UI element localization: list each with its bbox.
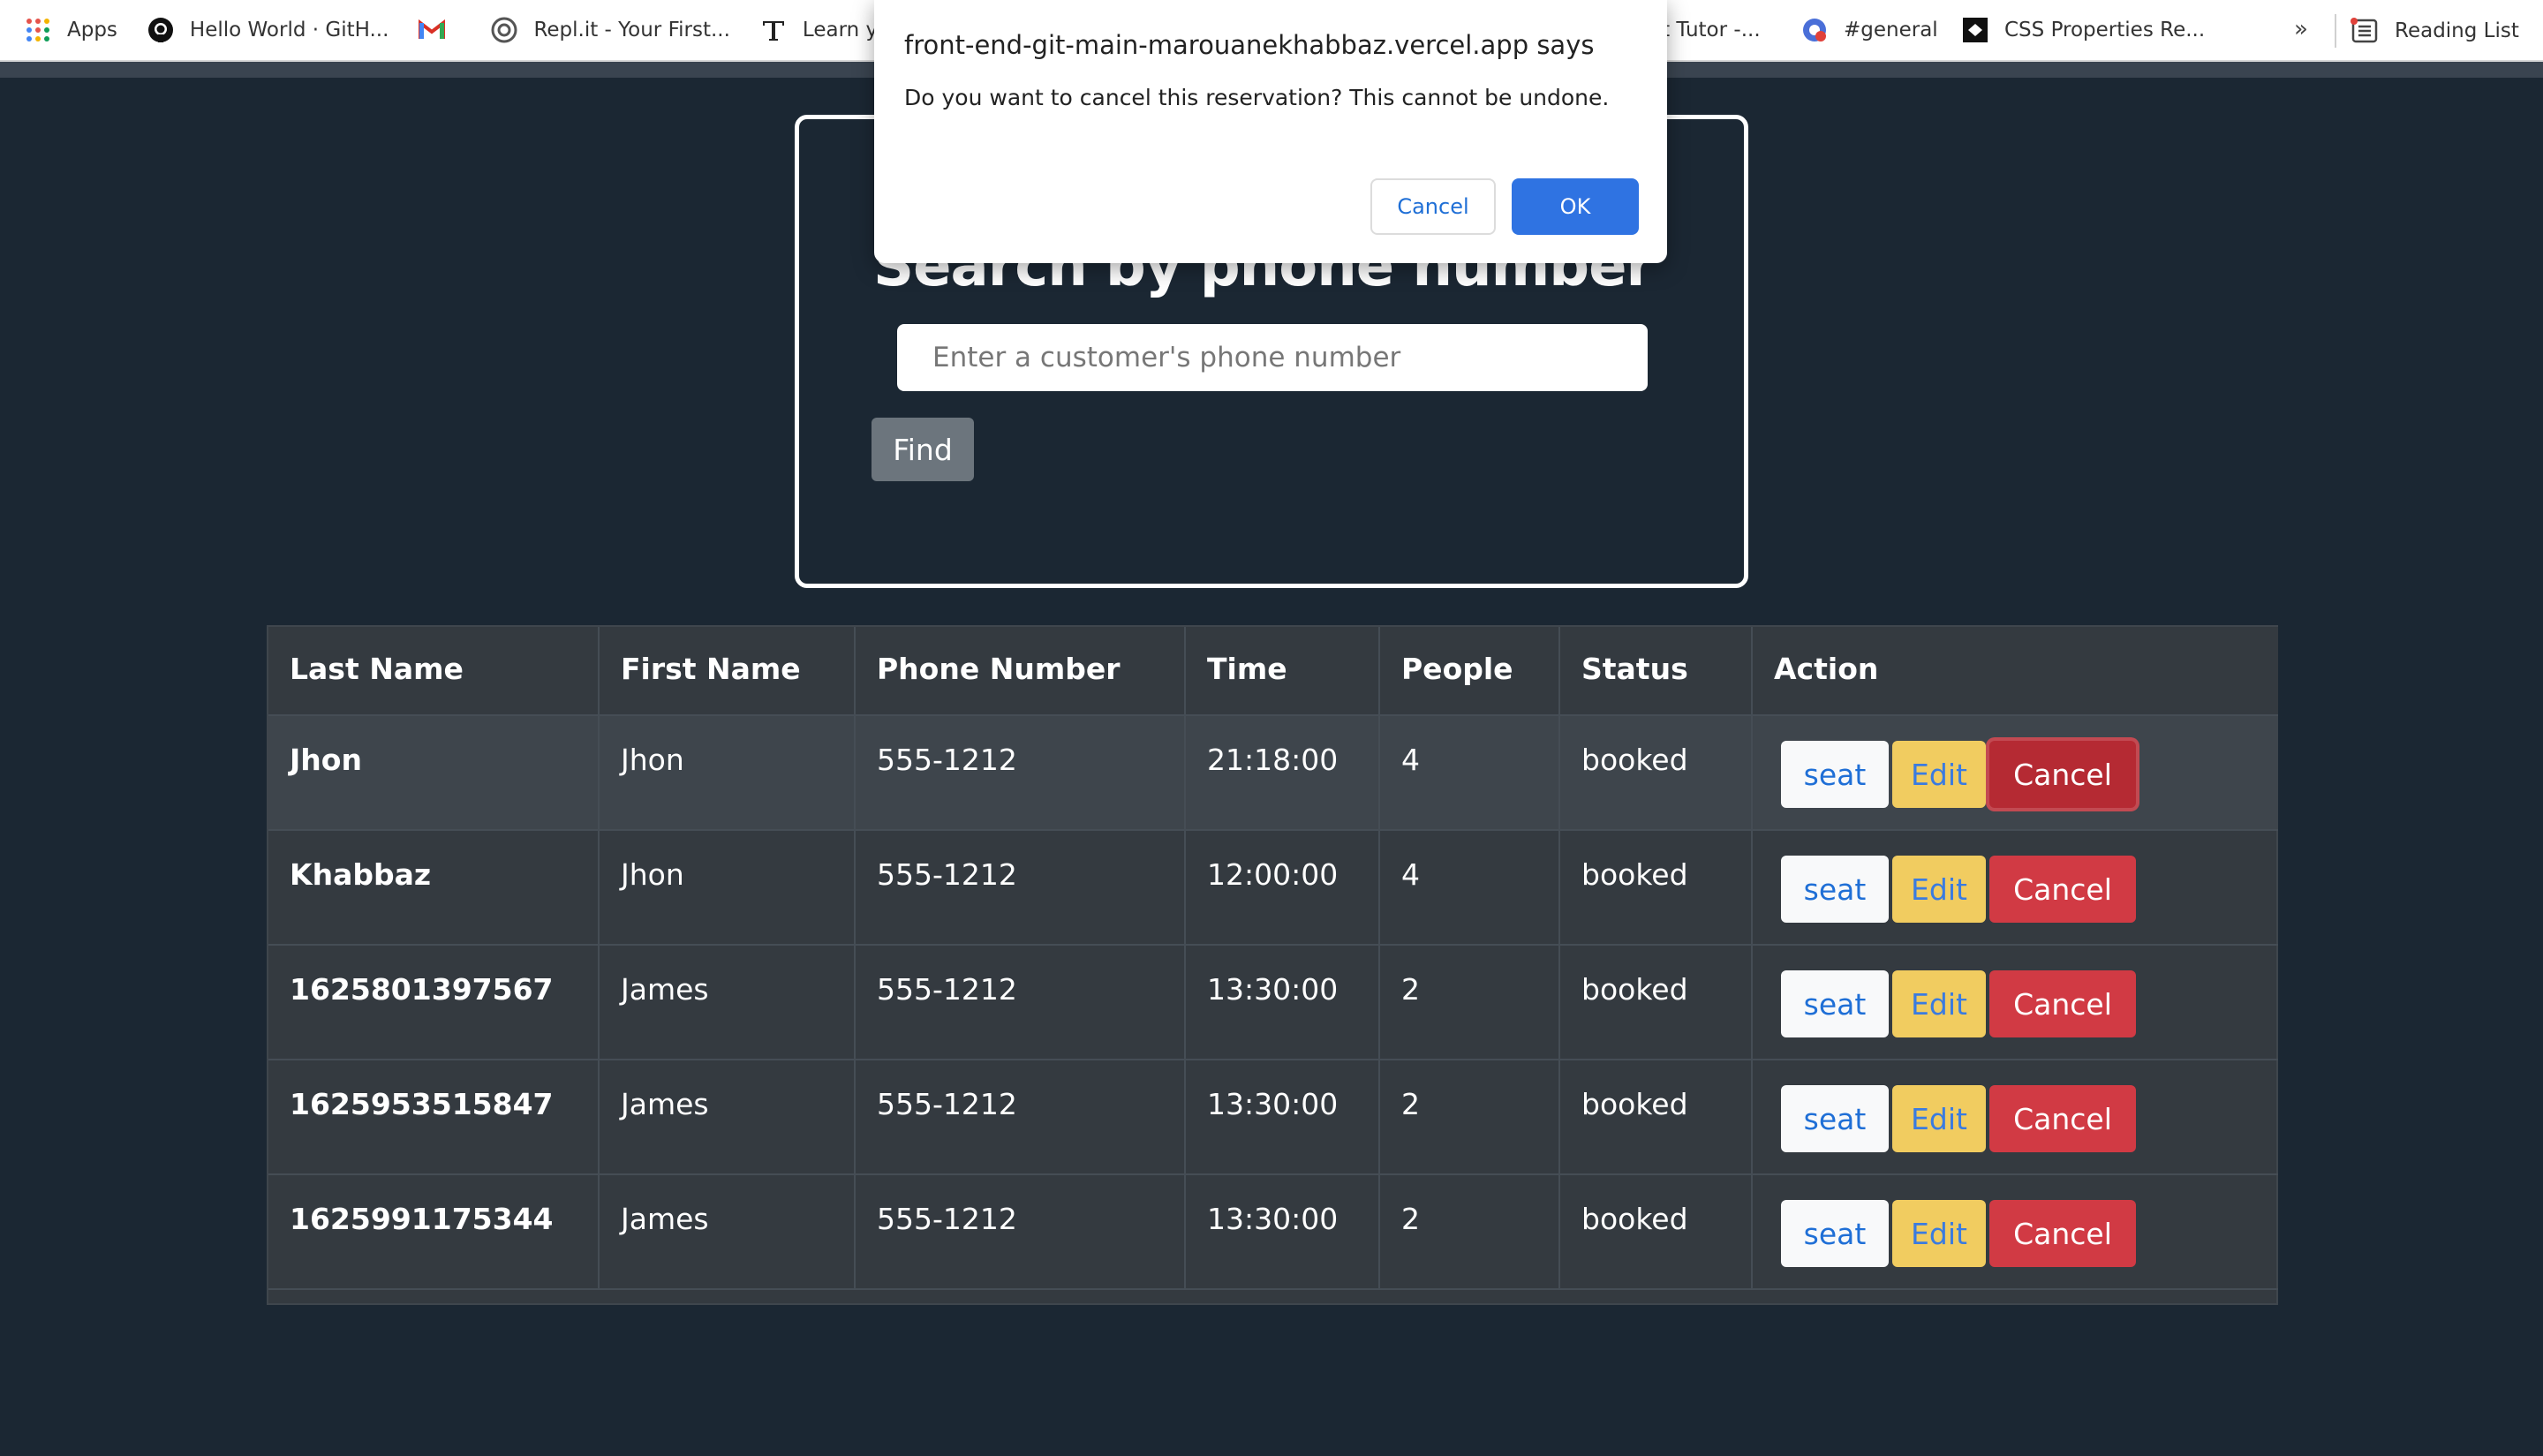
bookmark-label: Repl.it - Your First... xyxy=(533,19,730,41)
github-icon xyxy=(147,17,174,43)
bookmark-general[interactable]: #general xyxy=(1801,0,1938,61)
cell-last-name: 1625953515847 xyxy=(268,1060,600,1175)
replit-icon xyxy=(491,17,517,43)
cell-time: 12:00:00 xyxy=(1185,830,1380,946)
table-row: 1625801397567 James 555-1212 13:30:00 2 … xyxy=(268,945,2278,1060)
cell-time: 13:30:00 xyxy=(1185,1060,1380,1175)
cell-first-name: James xyxy=(599,1174,856,1290)
seat-button[interactable]: seat xyxy=(1781,1085,1889,1152)
header-phone-number: Phone Number xyxy=(855,627,1186,716)
cell-last-name: 1625991175344 xyxy=(268,1174,600,1290)
cell-phone: 555-1212 xyxy=(855,945,1186,1060)
cell-actions: seat Edit Cancel xyxy=(1752,830,2278,946)
cancel-reservation-button[interactable]: Cancel xyxy=(1989,856,2136,923)
cell-phone: 555-1212 xyxy=(855,1174,1186,1290)
cell-first-name: Jhon xyxy=(599,715,856,831)
cell-first-name: Jhon xyxy=(599,830,856,946)
bookmark-label: Apps xyxy=(67,19,117,41)
reading-list-label: Reading List xyxy=(2395,19,2519,42)
cell-actions: seat Edit Cancel xyxy=(1752,1174,2278,1290)
cancel-reservation-button[interactable]: Cancel xyxy=(1989,1085,2136,1152)
dialog-origin: front-end-git-main-marouanekhabbaz.verce… xyxy=(904,30,1595,60)
dialog-ok-button[interactable]: OK xyxy=(1512,178,1639,235)
cell-people: 2 xyxy=(1379,1060,1560,1175)
cell-status: booked xyxy=(1559,830,1753,946)
cell-people: 2 xyxy=(1379,1174,1560,1290)
cell-time: 21:18:00 xyxy=(1185,715,1380,831)
typography-icon xyxy=(760,17,787,43)
edit-button[interactable]: Edit xyxy=(1892,1085,1986,1152)
cell-first-name: James xyxy=(599,1060,856,1175)
cell-people: 4 xyxy=(1379,715,1560,831)
header-status: Status xyxy=(1559,627,1753,716)
header-action: Action xyxy=(1752,627,2278,716)
apps-grid-icon xyxy=(25,17,51,43)
seat-button[interactable]: seat xyxy=(1781,1200,1889,1267)
cell-status: booked xyxy=(1559,715,1753,831)
cell-last-name: 1625801397567 xyxy=(268,945,600,1060)
edit-button[interactable]: Edit xyxy=(1892,1200,1986,1267)
seat-button[interactable]: seat xyxy=(1781,970,1889,1037)
cell-phone: 555-1212 xyxy=(855,1060,1186,1175)
slack-icon xyxy=(1801,17,1828,43)
cell-last-name: Khabbaz xyxy=(268,830,600,946)
cell-phone: 555-1212 xyxy=(855,715,1186,831)
table-header-row: Last Name First Name Phone Number Time P… xyxy=(268,627,2278,716)
codepen-icon xyxy=(1962,17,1988,43)
cell-status: booked xyxy=(1559,1174,1753,1290)
table-row: 1625991175344 James 555-1212 13:30:00 2 … xyxy=(268,1174,2278,1290)
seat-button[interactable]: seat xyxy=(1781,856,1889,923)
cancel-reservation-button[interactable]: Cancel xyxy=(1989,970,2136,1037)
reservations-table: Last Name First Name Phone Number Time P… xyxy=(267,625,2278,1305)
header-people: People xyxy=(1379,627,1560,716)
cell-actions: seat Edit Cancel xyxy=(1752,1060,2278,1175)
cell-first-name: James xyxy=(599,945,856,1060)
table-row: Khabbaz Jhon 555-1212 12:00:00 4 booked … xyxy=(268,830,2278,946)
cell-time: 13:30:00 xyxy=(1185,945,1380,1060)
find-button[interactable]: Find xyxy=(872,418,974,481)
cancel-reservation-button[interactable]: Cancel xyxy=(1989,1200,2136,1267)
cell-people: 4 xyxy=(1379,830,1560,946)
dialog-message: Do you want to cancel this reservation? … xyxy=(904,85,1610,110)
bookmark-label: #general xyxy=(1844,19,1938,41)
cell-phone: 555-1212 xyxy=(855,830,1186,946)
cell-actions: seat Edit Cancel xyxy=(1752,945,2278,1060)
dialog-cancel-button[interactable]: Cancel xyxy=(1370,178,1496,235)
cell-status: booked xyxy=(1559,1060,1753,1175)
bookmark-css[interactable]: CSS Properties Re... xyxy=(1962,0,2205,61)
edit-button[interactable]: Edit xyxy=(1892,741,1986,808)
bookmarks-more-button[interactable]: » xyxy=(2294,16,2308,42)
confirm-dialog: front-end-git-main-marouanekhabbaz.verce… xyxy=(874,0,1667,263)
bookmark-gmail[interactable] xyxy=(419,0,461,61)
edit-button[interactable]: Edit xyxy=(1892,856,1986,923)
cell-people: 2 xyxy=(1379,945,1560,1060)
table-row: Jhon Jhon 555-1212 21:18:00 4 booked sea… xyxy=(268,715,2278,831)
edit-button[interactable]: Edit xyxy=(1892,970,1986,1037)
bookmark-label: CSS Properties Re... xyxy=(2004,19,2206,41)
header-last-name: Last Name xyxy=(268,627,600,716)
bookmark-replit[interactable]: Repl.it - Your First... xyxy=(491,0,730,61)
cell-last-name: Jhon xyxy=(268,715,600,831)
cell-actions: seat Edit Cancel xyxy=(1752,715,2278,831)
bookmarks-divider xyxy=(2335,14,2336,48)
header-time: Time xyxy=(1185,627,1380,716)
table-row: 1625953515847 James 555-1212 13:30:00 2 … xyxy=(268,1060,2278,1175)
reading-list-icon xyxy=(2351,17,2379,45)
cell-time: 13:30:00 xyxy=(1185,1174,1380,1290)
bookmark-github[interactable]: Hello World · GitH... xyxy=(147,0,389,61)
cancel-reservation-button[interactable]: Cancel xyxy=(1989,741,2136,808)
phone-search-input[interactable] xyxy=(897,324,1648,391)
seat-button[interactable]: seat xyxy=(1781,741,1889,808)
bookmark-label: Hello World · GitH... xyxy=(189,19,389,41)
bookmark-apps[interactable]: Apps xyxy=(25,0,117,61)
gmail-icon xyxy=(419,17,446,43)
reading-list-button[interactable]: Reading List xyxy=(2351,0,2519,62)
cell-status: booked xyxy=(1559,945,1753,1060)
header-first-name: First Name xyxy=(599,627,856,716)
